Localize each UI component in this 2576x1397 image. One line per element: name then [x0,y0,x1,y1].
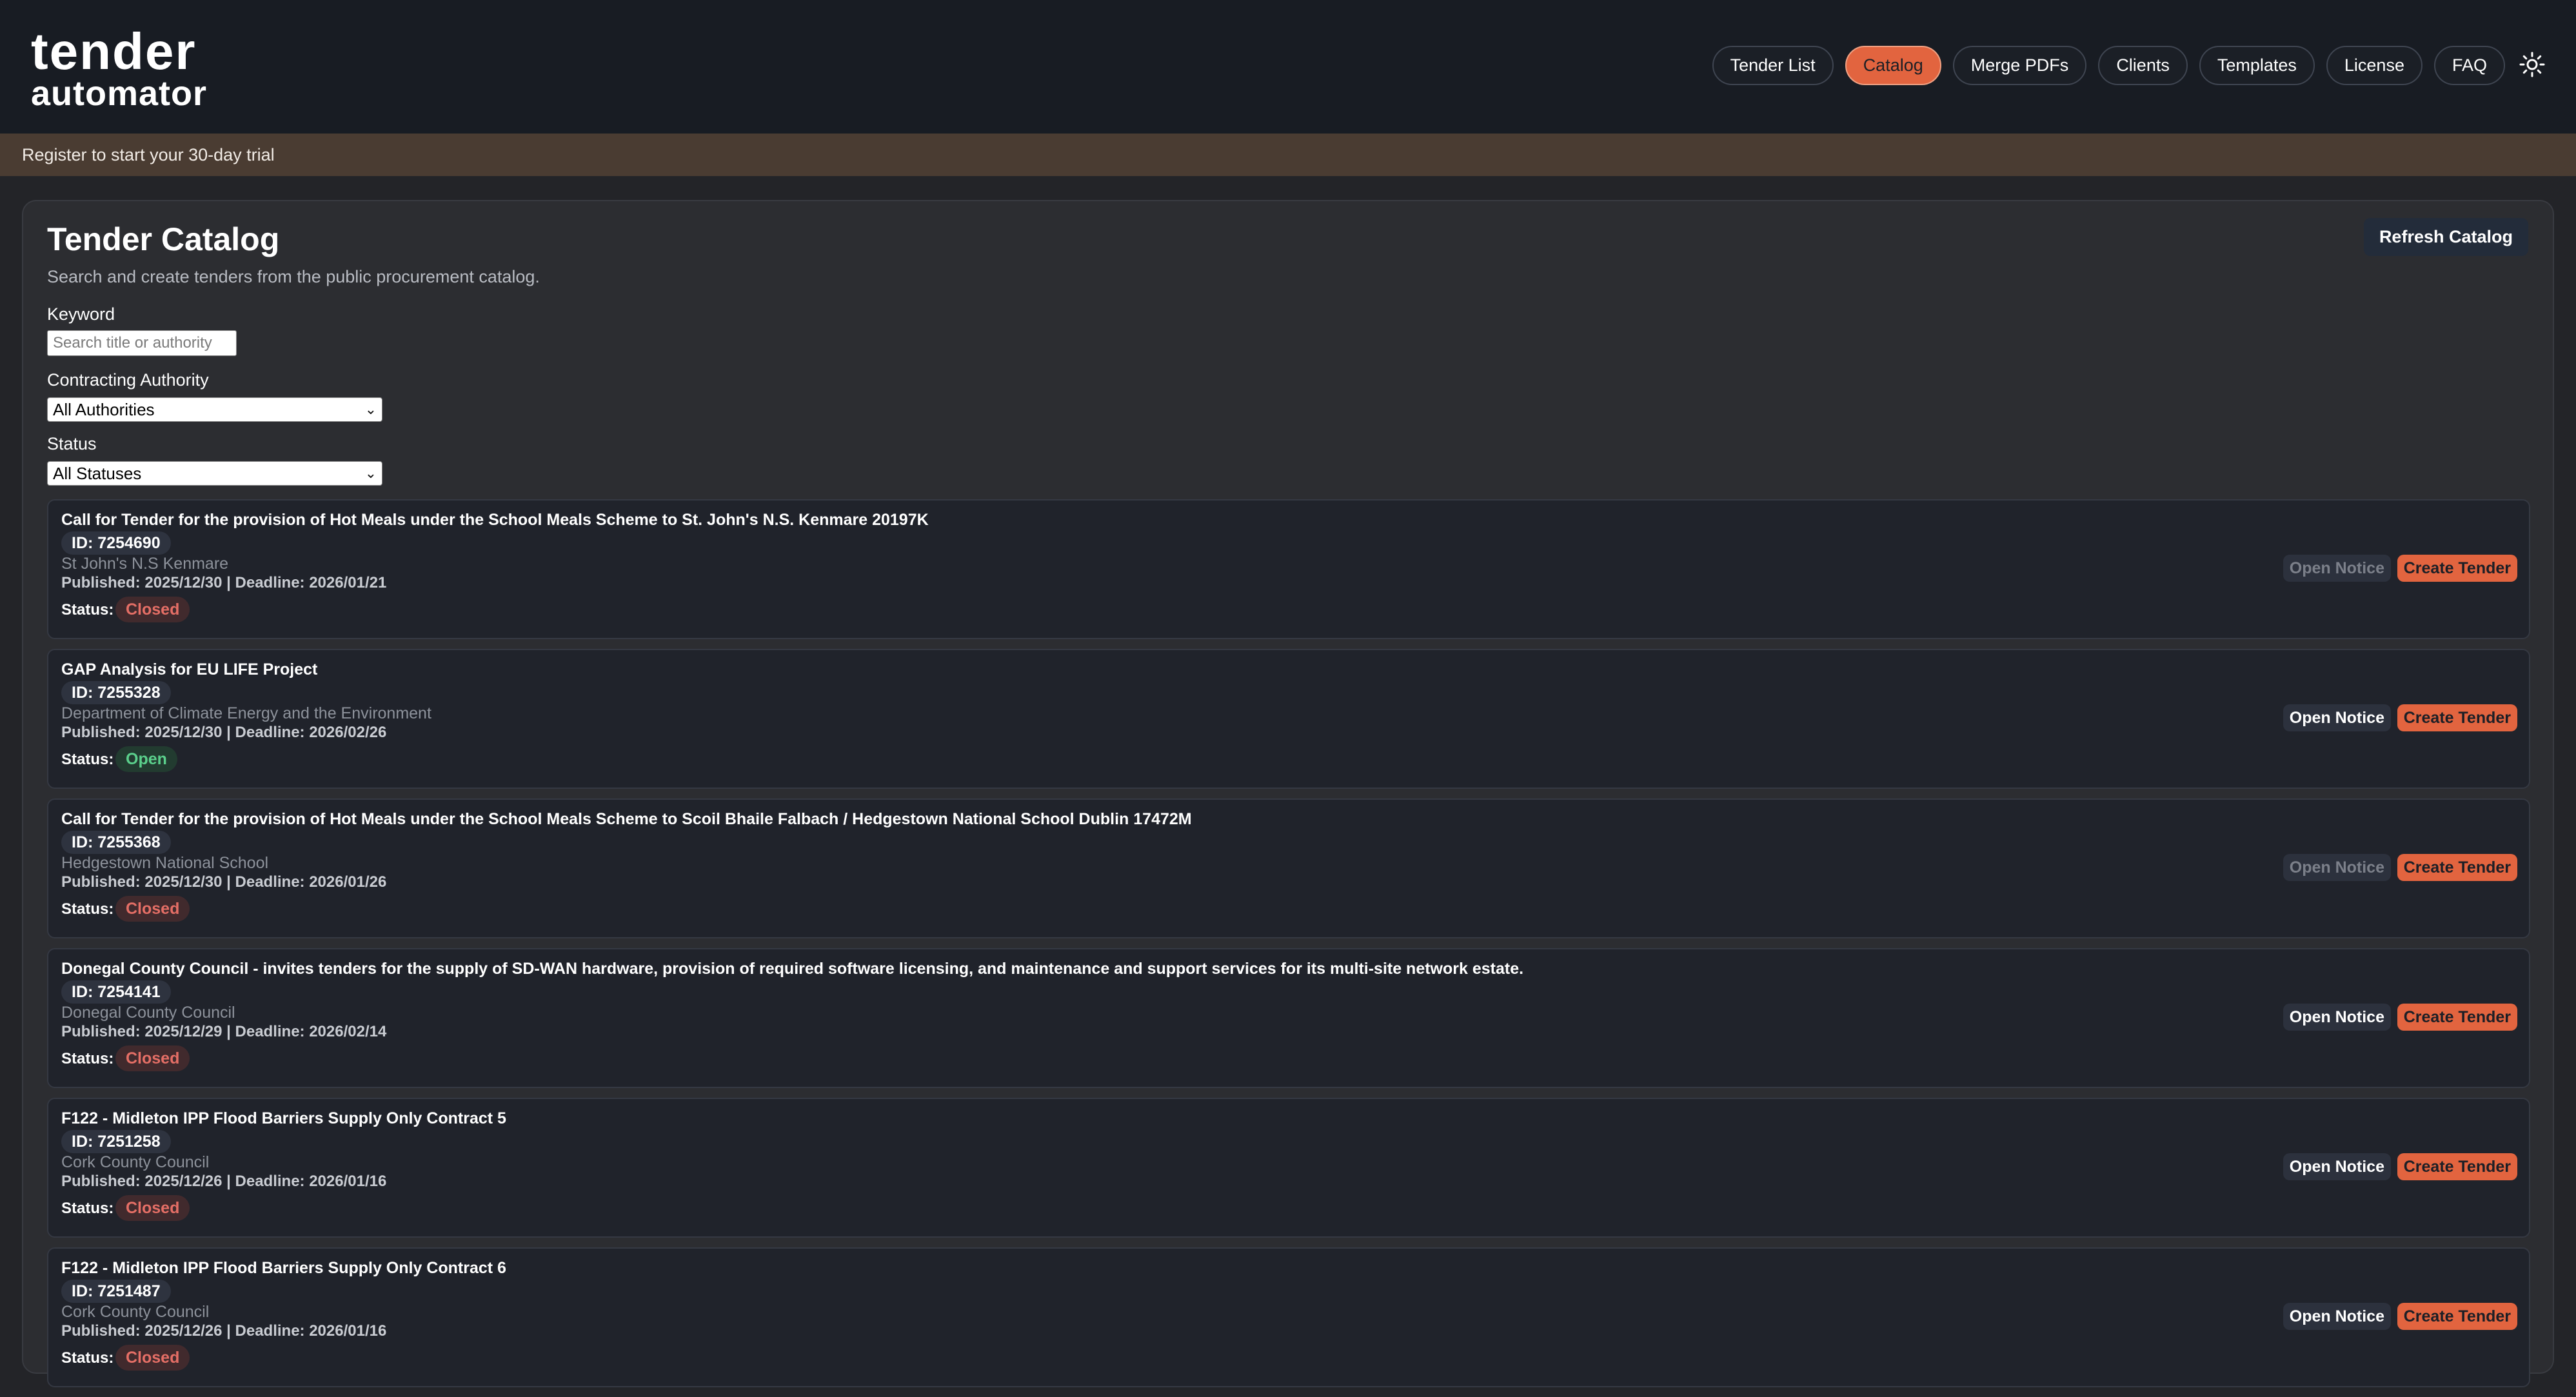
open-notice-button[interactable]: Open Notice [2283,1004,2391,1031]
status-select-value: All Statuses [53,464,142,483]
tender-authority: Department of Climate Energy and the Env… [61,704,431,722]
nav-license[interactable]: License [2326,46,2422,85]
authority-label: Contracting Authority [47,370,209,390]
create-tender-button[interactable]: Create Tender [2397,1303,2517,1330]
create-tender-button[interactable]: Create Tender [2397,1004,2517,1031]
chevron-down-icon: ⌄ [364,465,377,481]
create-tender-button[interactable]: Create Tender [2397,1153,2517,1180]
authority-select-value: All Authorities [53,400,155,419]
tender-card: F122 - Midleton IPP Flood Barriers Suppl… [47,1247,2530,1387]
catalog-panel: Tender Catalog Refresh Catalog Search an… [22,200,2554,1387]
tender-dates: Published: 2025/12/30 | Deadline: 2026/0… [61,574,387,591]
create-tender-button[interactable]: Create Tender [2397,555,2517,582]
tender-title: F122 - Midleton IPP Flood Barriers Suppl… [61,1259,506,1277]
brand-line1: tender [31,23,197,80]
tender-card: Donegal County Council - invites tenders… [47,948,2530,1088]
tender-card: GAP Analysis for EU LIFE Project ID: 725… [47,649,2530,789]
page-subtitle: Search and create tenders from the publi… [47,267,540,286]
tender-card: Call for Tender for the provision of Hot… [47,499,2530,639]
status-select[interactable]: All Statuses ⌄ [47,461,382,486]
status-badge: Closed [115,597,190,622]
tender-authority: Donegal County Council [61,1004,235,1022]
nav-clients[interactable]: Clients [2098,46,2188,85]
status-badge: Closed [115,1045,190,1071]
status-badge: Open [115,746,177,772]
tender-id-badge: ID: 7254141 [61,980,171,1004]
tender-title: F122 - Midleton IPP Flood Barriers Suppl… [61,1109,506,1127]
open-notice-button[interactable]: Open Notice [2283,854,2391,881]
tender-id-badge: ID: 7251258 [61,1130,171,1153]
tender-list: Call for Tender for the provision of Hot… [47,499,2530,1397]
keyword-search-input[interactable] [47,330,237,356]
status-label: Status: [61,751,114,768]
nav-templates[interactable]: Templates [2199,46,2315,85]
tender-card: Call for Tender for the provision of Hot… [47,798,2530,938]
status-badge: Closed [115,1345,190,1371]
trial-banner[interactable]: Register to start your 30-day trial [0,134,2576,176]
brand-line2: automator [31,74,208,113]
tender-title: GAP Analysis for EU LIFE Project [61,660,318,679]
nav-catalog[interactable]: Catalog [1845,46,1941,85]
chevron-down-icon: ⌄ [364,401,377,417]
status-label: Status: [61,1349,114,1367]
tender-authority: Cork County Council [61,1153,210,1171]
tender-authority: St John's N.S Kenmare [61,555,229,573]
create-tender-button[interactable]: Create Tender [2397,854,2517,881]
tender-id-badge: ID: 7251487 [61,1280,171,1303]
tender-id-badge: ID: 7255328 [61,681,171,704]
tender-title: Call for Tender for the provision of Hot… [61,511,929,529]
tender-authority: Cork County Council [61,1303,210,1321]
open-notice-button[interactable]: Open Notice [2283,1303,2391,1330]
status-label: Status: [61,1050,114,1067]
tender-authority: Hedgestown National School [61,854,269,872]
tender-id-badge: ID: 7255368 [61,831,171,854]
tender-dates: Published: 2025/12/29 | Deadline: 2026/0… [61,1023,387,1040]
authority-select[interactable]: All Authorities ⌄ [47,397,382,422]
status-label: Status [47,434,97,453]
nav-tender-list[interactable]: Tender List [1712,46,1834,85]
status-badge: Closed [115,896,190,922]
page-title: Tender Catalog [47,221,280,257]
tender-title: Call for Tender for the provision of Hot… [61,810,1192,828]
tender-dates: Published: 2025/12/26 | Deadline: 2026/0… [61,1173,387,1190]
refresh-catalog-button[interactable]: Refresh Catalog [2363,218,2528,256]
sun-icon[interactable] [2519,52,2545,77]
tender-dates: Published: 2025/12/30 | Deadline: 2026/0… [61,873,387,891]
tender-dates: Published: 2025/12/30 | Deadline: 2026/0… [61,724,387,741]
tender-dates: Published: 2025/12/26 | Deadline: 2026/0… [61,1322,387,1340]
brand-logo[interactable]: tender automator [31,23,208,113]
tender-title: Donegal County Council - invites tenders… [61,960,1524,978]
nav-merge-pdfs[interactable]: Merge PDFs [1952,46,2087,85]
open-notice-button[interactable]: Open Notice [2283,1153,2391,1180]
main-nav: Tender List Catalog Merge PDFs Clients T… [1712,46,2505,85]
status-label: Status: [61,601,114,619]
create-tender-button[interactable]: Create Tender [2397,704,2517,731]
open-notice-button[interactable]: Open Notice [2283,555,2391,582]
status-badge: Closed [115,1195,190,1221]
status-label: Status: [61,1200,114,1217]
status-label: Status: [61,900,114,918]
top-bar: tender automator Tender List Catalog Mer… [0,0,2576,134]
keyword-label: Keyword [47,304,115,324]
tender-card: F122 - Midleton IPP Flood Barriers Suppl… [47,1098,2530,1238]
tender-id-badge: ID: 7254690 [61,531,171,555]
open-notice-button[interactable]: Open Notice [2283,704,2391,731]
nav-faq[interactable]: FAQ [2433,46,2505,85]
